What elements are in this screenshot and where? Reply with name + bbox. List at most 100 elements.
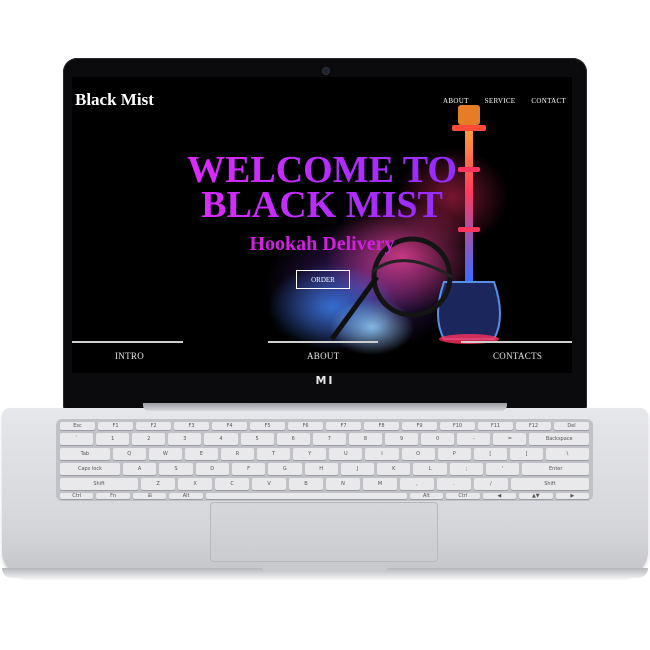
key[interactable]: [ — [473, 448, 507, 460]
key[interactable]: F6 — [288, 422, 323, 430]
key[interactable]: 1 — [96, 433, 130, 445]
key[interactable]: A — [122, 463, 157, 475]
webcam-icon — [322, 67, 330, 75]
key[interactable]: J — [340, 463, 375, 475]
tab-key[interactable]: Tab — [60, 448, 110, 460]
key[interactable]: F3 — [174, 422, 209, 430]
backspace-key[interactable]: Backspace — [529, 433, 590, 445]
key[interactable]: 9 — [384, 433, 419, 445]
key[interactable]: ] — [509, 448, 543, 460]
key[interactable]: E — [184, 448, 218, 460]
caps-lock-key[interactable]: Caps lock — [60, 463, 120, 475]
section-link-contacts[interactable]: CONTACTS — [493, 351, 542, 361]
key[interactable]: Z — [141, 478, 176, 490]
key[interactable]: 2 — [132, 433, 166, 445]
key[interactable]: \ — [545, 448, 590, 460]
key[interactable]: ' — [486, 463, 520, 475]
key[interactable]: B — [289, 478, 323, 490]
key[interactable]: Q — [112, 448, 146, 460]
key[interactable]: F11 — [478, 422, 513, 430]
fn-key[interactable]: Fn — [96, 493, 130, 499]
key[interactable]: U — [329, 448, 363, 460]
key[interactable]: 0 — [421, 433, 455, 445]
site-logo[interactable]: Black Mist — [75, 90, 154, 110]
key[interactable]: 5 — [240, 433, 274, 445]
keyboard-row-shift: Shift Z X C V B N M , . / Shift — [60, 478, 589, 490]
nav-link-service[interactable]: SERVICE — [485, 97, 516, 105]
lid-opening-notch — [262, 566, 388, 572]
key[interactable]: 4 — [204, 433, 238, 445]
touchpad[interactable] — [210, 502, 438, 562]
brand-logo: MI — [315, 374, 335, 387]
enter-key[interactable]: Enter — [522, 463, 590, 475]
key[interactable]: T — [257, 448, 291, 460]
key[interactable]: O — [401, 448, 435, 460]
section-link-about[interactable]: ABOUT — [307, 351, 340, 361]
arrow-left-key-icon[interactable]: ◀ — [482, 493, 517, 499]
shift-key[interactable]: Shift — [60, 478, 139, 490]
keyboard-row-function: Esc F1 F2 F3 F4 F5 F6 F7 F8 F9 F10 F11 F… — [60, 422, 589, 430]
windows-key-icon[interactable]: ⊞ — [132, 493, 167, 499]
key[interactable]: F9 — [402, 422, 437, 430]
nav-link-contact[interactable]: CONTACT — [531, 97, 566, 105]
keyboard-row-qwerty: Tab Q W E R T Y U I O P [ ] \ — [60, 448, 590, 460]
key[interactable]: / — [473, 478, 508, 490]
key[interactable]: F — [231, 463, 266, 475]
ctrl-key[interactable]: Ctrl — [60, 493, 94, 499]
key[interactable]: F7 — [326, 422, 361, 430]
key[interactable]: G — [268, 463, 302, 475]
key[interactable]: F12 — [516, 422, 551, 430]
key[interactable]: Esc — [60, 422, 95, 430]
key[interactable]: L — [413, 463, 447, 475]
key[interactable]: ` — [60, 433, 94, 445]
hero-subtitle: Hookah Delivery — [249, 233, 395, 255]
key[interactable]: F2 — [136, 422, 171, 430]
key[interactable]: ; — [449, 463, 484, 475]
key[interactable]: C — [215, 478, 250, 490]
key[interactable]: I — [365, 448, 399, 460]
key[interactable]: X — [178, 478, 213, 490]
space-key[interactable] — [205, 493, 407, 499]
key[interactable]: W — [148, 448, 182, 460]
key[interactable]: 3 — [168, 433, 202, 445]
nav-link-about[interactable]: ABOUT — [443, 97, 469, 105]
key[interactable]: - — [457, 433, 491, 445]
shift-key[interactable]: Shift — [510, 478, 589, 490]
section-divider — [461, 341, 572, 343]
arrow-right-key-icon[interactable]: ▶ — [555, 493, 590, 499]
key[interactable]: D — [195, 463, 229, 475]
key[interactable]: F5 — [250, 422, 285, 430]
arrow-updown-key-icon[interactable]: ▲▼ — [519, 493, 553, 499]
alt-key[interactable]: Alt — [409, 493, 444, 499]
key[interactable]: M — [362, 478, 397, 490]
key[interactable]: N — [325, 478, 360, 490]
keyboard: Esc F1 F2 F3 F4 F5 F6 F7 F8 F9 F10 F11 F… — [56, 419, 593, 501]
section-divider — [72, 341, 183, 343]
key[interactable]: 6 — [276, 433, 310, 445]
ctrl-key[interactable]: Ctrl — [446, 493, 480, 499]
key[interactable]: F1 — [98, 422, 133, 430]
key[interactable]: F4 — [212, 422, 247, 430]
section-navigation: INTRO ABOUT CONTACTS — [72, 339, 572, 373]
key[interactable]: . — [436, 478, 471, 490]
alt-key[interactable]: Alt — [169, 493, 203, 499]
key[interactable]: Y — [293, 448, 327, 460]
section-link-intro[interactable]: INTRO — [115, 351, 144, 361]
key[interactable]: F10 — [440, 422, 475, 430]
order-button[interactable]: ORDER — [296, 270, 350, 289]
key[interactable]: V — [252, 478, 287, 490]
key[interactable]: , — [399, 478, 434, 490]
laptop-hinge — [143, 403, 507, 411]
key[interactable]: K — [377, 463, 411, 475]
key[interactable]: = — [493, 433, 527, 445]
key[interactable]: S — [159, 463, 193, 475]
key[interactable]: R — [220, 448, 255, 460]
hero-title-line2: BLACK MIST — [72, 186, 572, 224]
key[interactable]: H — [304, 463, 338, 475]
key[interactable]: 7 — [312, 433, 346, 445]
key[interactable]: P — [437, 448, 471, 460]
key[interactable]: Del — [554, 422, 589, 430]
key[interactable]: F8 — [364, 422, 399, 430]
key[interactable]: 8 — [348, 433, 382, 445]
hero-title-line1: WELCOME TO — [72, 151, 572, 189]
